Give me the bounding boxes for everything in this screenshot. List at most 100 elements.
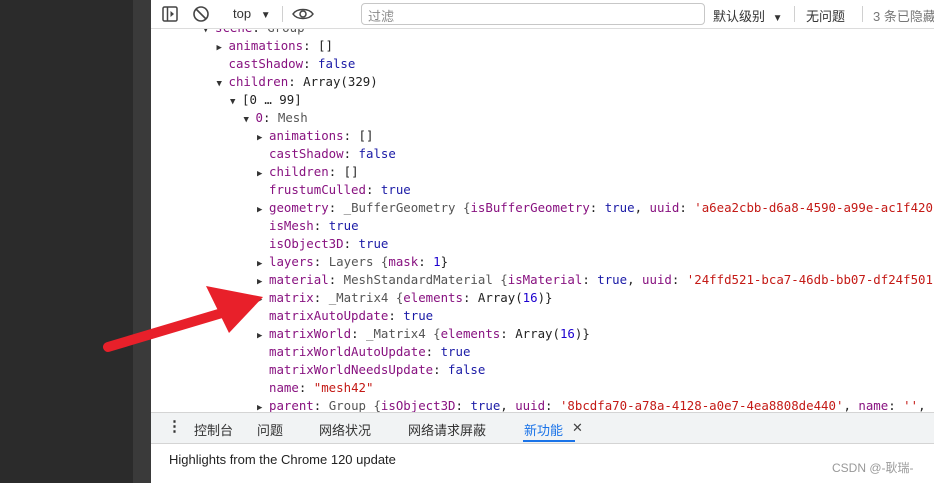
tab-console[interactable]: 控制台	[194, 420, 233, 439]
property-value: false	[448, 362, 486, 377]
key-separator: :	[288, 74, 304, 89]
console-tree-row[interactable]: ▼ [0 … 99]	[230, 91, 302, 109]
console-tree-row[interactable]: ▶ animations: []	[257, 127, 373, 145]
preview-token: Group {	[328, 398, 381, 412]
preview-token: : Array(	[500, 326, 560, 341]
preview-token: ,	[634, 200, 650, 215]
console-tree-row[interactable]: ▶ parent: Group {isObject3D: true, uuid: …	[257, 397, 926, 412]
preview-token: '24ffd521-bca7-46db-bb07-df24f501	[686, 272, 933, 287]
preview-token: }	[440, 254, 449, 269]
console-tree-row[interactable]: ▶ geometry: _BufferGeometry {isBufferGeom…	[257, 199, 933, 217]
console-tree-row[interactable]: ▶ matrix: _Matrix4 {elements: Array(16)}	[257, 289, 553, 307]
console-tree-row: castShadow: false	[217, 55, 356, 73]
filter-input[interactable]: 过滤	[361, 3, 705, 25]
property-value: []	[358, 128, 374, 143]
preview-token: ''	[903, 398, 919, 412]
log-levels-label: 默认级别	[713, 9, 766, 24]
property-key: geometry	[269, 200, 329, 215]
key-separator: :	[388, 308, 404, 323]
console-tree-row[interactable]: ▼ children: Array(329)	[217, 73, 378, 91]
tab-network-conditions[interactable]: 网络状况	[319, 420, 371, 439]
preview-token: ,	[918, 398, 926, 412]
property-key: matrix	[269, 290, 314, 305]
preview-token: ,	[627, 272, 643, 287]
property-value: true	[358, 236, 389, 251]
preview-token: elements	[403, 290, 463, 305]
property-key: animations	[269, 128, 344, 143]
expanded-triangle-icon[interactable]: ▼	[230, 93, 242, 111]
preview-token: :	[589, 200, 605, 215]
key-separator: :	[433, 362, 449, 377]
console-tree-row: matrixWorldNeedsUpdate: false	[257, 361, 485, 379]
console-tree-row[interactable]: ▼ 0: Mesh	[244, 109, 308, 127]
preview-token: '8bcdfa70-a78a-4128-a0e7-4ea8808de440'	[559, 398, 844, 412]
more-menu-icon[interactable]: ⋮	[167, 417, 182, 435]
preview-token: _Matrix4 {	[365, 326, 441, 341]
property-key: name	[269, 380, 299, 395]
property-key: isObject3D	[269, 236, 344, 251]
key-separator: :	[262, 110, 278, 125]
property-key: matrixWorldNeedsUpdate	[269, 362, 434, 377]
property-key: animations	[228, 38, 304, 53]
key-separator: :	[313, 254, 329, 269]
property-value: Array(329)	[303, 74, 378, 89]
preview-token: :	[455, 398, 471, 412]
property-value: Group	[267, 29, 304, 35]
preview-token: _BufferGeometry {	[343, 200, 471, 215]
preview-token: _Matrix4 {	[328, 290, 404, 305]
collapsed-triangle-icon[interactable]: ▶	[257, 399, 269, 412]
key-separator: :	[313, 398, 329, 412]
issues-button[interactable]: 无问题	[806, 6, 845, 25]
property-value: Mesh	[277, 110, 308, 125]
property-value: "mesh42"	[313, 380, 374, 395]
expanded-triangle-icon[interactable]: ▼	[217, 75, 229, 93]
chevron-down-icon: ▼	[772, 13, 783, 24]
console-tree-row[interactable]: ▼scene: Group	[203, 29, 305, 37]
expanded-triangle-icon[interactable]: ▼	[244, 111, 256, 129]
preview-token: true	[470, 398, 501, 412]
console-tree-row[interactable]: ▶ material: MeshStandardMaterial {isMater…	[257, 271, 933, 289]
console-tree-row: frustumCulled: true	[257, 181, 411, 199]
key-separator: :	[313, 218, 329, 233]
close-icon[interactable]: ✕	[572, 420, 583, 436]
property-key: castShadow	[228, 56, 304, 71]
console-tree-row[interactable]: ▶ matrixWorld: _Matrix4 {elements: Array(…	[257, 325, 590, 343]
tab-whats-new[interactable]: 新功能	[524, 420, 563, 439]
clear-console-icon[interactable]	[192, 5, 210, 23]
console-tree-row[interactable]: ▶ children: []	[257, 163, 359, 181]
console-tree-row: isMesh: true	[257, 217, 359, 235]
object-preview: Group {isObject3D: true, uuid: '8bcdfa70…	[329, 398, 926, 412]
tab-network-request-blocking[interactable]: 网络请求屏蔽	[408, 420, 486, 439]
console-tree-row: isObject3D: true	[257, 235, 388, 253]
preview-token: mask	[388, 254, 419, 269]
toolbar-divider	[282, 6, 283, 22]
property-key: 0	[255, 110, 263, 125]
preview-token: :	[545, 398, 560, 412]
key-separator: :	[343, 236, 359, 251]
property-key: castShadow	[269, 146, 344, 161]
sidebar-toggle-icon[interactable]	[161, 5, 179, 23]
eye-icon[interactable]	[292, 5, 314, 23]
property-key: children	[228, 74, 289, 89]
preview-token: name	[858, 398, 889, 412]
preview-token: 1	[433, 254, 441, 269]
expanded-triangle-icon[interactable]: ▼	[203, 29, 215, 39]
console-tree-row[interactable]: ▶ layers: Layers {mask: 1}	[257, 253, 448, 271]
filter-placeholder: 过滤	[368, 9, 395, 24]
property-key: children	[269, 164, 329, 179]
tab-issues[interactable]: 问题	[257, 420, 283, 439]
preview-token: Layers {	[328, 254, 389, 269]
key-separator: :	[343, 146, 359, 161]
property-key: scene	[215, 29, 252, 35]
preview-token: true	[597, 272, 628, 287]
property-key: material	[269, 272, 329, 287]
context-selector[interactable]: top ▼	[233, 6, 271, 21]
key-separator: :	[328, 164, 344, 179]
key-separator: :	[365, 182, 381, 197]
log-levels-dropdown[interactable]: 默认级别 ▼	[713, 6, 783, 25]
console-tree-row: matrixWorldAutoUpdate: true	[257, 343, 470, 361]
devtools-panel: top ▼ 过滤 默认级别 ▼ 无问题 3 条已隐藏 ▼scene: Group…	[151, 0, 934, 483]
console-toolbar: top ▼ 过滤 默认级别 ▼ 无问题 3 条已隐藏	[151, 0, 934, 29]
property-value: true	[403, 308, 434, 323]
console-tree-row[interactable]: ▶ animations: []	[217, 37, 333, 55]
